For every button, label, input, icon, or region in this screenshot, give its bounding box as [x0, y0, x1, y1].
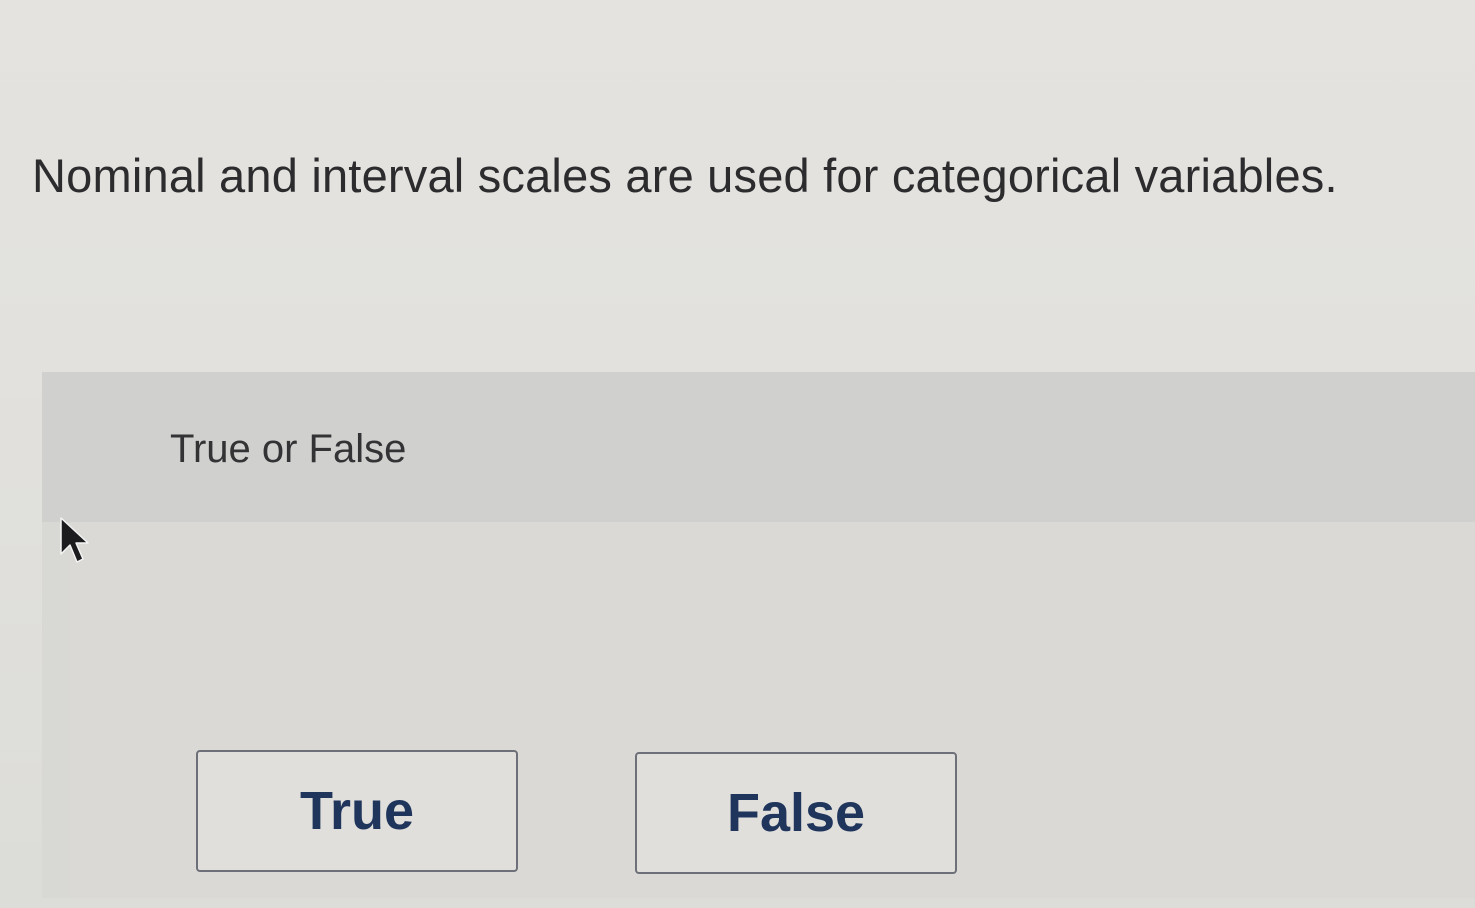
- answer-panel-header: True or False: [42, 372, 1475, 522]
- mouse-pointer-icon: [60, 517, 89, 563]
- question-text: Nominal and interval scales are used for…: [32, 149, 1338, 202]
- answer-panel: True or False True False: [42, 372, 1475, 898]
- true-button[interactable]: True: [196, 750, 518, 872]
- true-or-false-prompt: True or False: [170, 427, 407, 471]
- false-button[interactable]: False: [635, 752, 957, 874]
- answer-choices-area: True False: [70, 522, 1475, 898]
